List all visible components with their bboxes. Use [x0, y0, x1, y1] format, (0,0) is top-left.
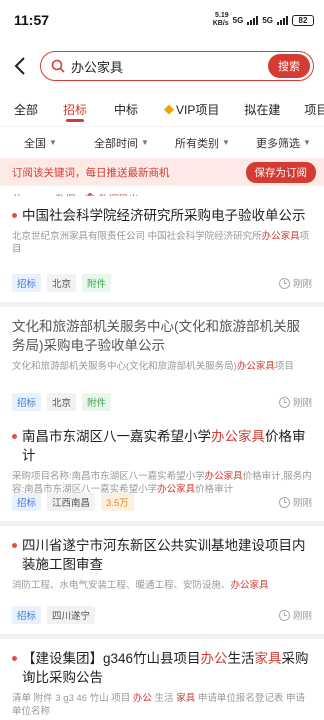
clock-icon	[278, 496, 290, 508]
card-footer: 招标 江西南昌 3.5万 刚刚	[12, 493, 312, 511]
card-title: 【建设集团】g346竹山县项目办公生活家具采购询比采购公告	[12, 649, 312, 687]
subscribe-text: 订阅该关键词，每日推送最新商机	[12, 166, 170, 179]
network-type-1: 5G	[232, 15, 244, 25]
diamond-icon: ◆	[164, 101, 175, 116]
region-tag: 北京	[47, 393, 77, 411]
card-title: 中国社会科学院经济研究所采购电子验收单公示	[12, 206, 312, 225]
card-description: 文化和旅游部机关服务中心(文化和旅游部机关服务局)办公家具项目	[12, 361, 294, 372]
card-time: 刚刚	[278, 608, 312, 622]
signal-icon	[247, 15, 259, 25]
caret-down-icon: ▼	[141, 138, 149, 147]
region-tag: 江西南昌	[47, 493, 96, 511]
tab-bidding[interactable]: 招标	[63, 92, 87, 126]
clock-icon	[278, 609, 290, 621]
attachment-tag: 附件	[82, 393, 112, 411]
card-time: 刚刚	[278, 276, 312, 290]
budget-tag: 3.5万	[101, 493, 134, 511]
region-tag: 四川遂宁	[47, 606, 96, 624]
result-card[interactable]: 四川省遂宁市河东新区公共实训基地建设项目内装施工图审查 消防工程、水电气安装工程…	[0, 526, 324, 634]
network-speed: 5.19 KB/s	[212, 12, 229, 27]
status-bar: 11:57 5.19 KB/s 5G 5G 82	[0, 0, 324, 40]
type-tag: 招标	[12, 393, 42, 411]
unread-dot	[12, 656, 17, 661]
card-time: 刚刚	[278, 395, 312, 409]
result-card[interactable]: 文化和旅游部机关服务中心(文化和旅游部机关服务局)采购电子验收单公示 文化和旅游…	[0, 307, 324, 421]
card-description: 清单 附件 3 g3 46 竹山 项目 办公 生活 家具 申请单位报名登记表 申…	[12, 693, 305, 717]
result-card[interactable]: 中国社会科学院经济研究所采购电子验收单公示 北京世纪京洲家具有限责任公司 中国社…	[0, 196, 324, 302]
search-header: 办公家具 搜索	[0, 40, 324, 92]
filter-region[interactable]: 全国 ▼	[0, 135, 81, 151]
region-tag: 北京	[47, 274, 77, 292]
status-indicators: 5.19 KB/s 5G 5G 82	[213, 12, 314, 28]
filter-bar: 全国 ▼ 全部时间 ▼ 所有类别 ▼ 更多筛选 ▼	[0, 126, 324, 158]
result-card[interactable]: 【建设集团】g346竹山县项目办公生活家具采购询比采购公告 清单 附件 3 g3…	[0, 639, 324, 720]
chevron-left-icon	[14, 57, 25, 75]
search-input[interactable]: 办公家具 搜索	[40, 51, 314, 81]
card-footer: 招标 北京 附件 刚刚	[12, 393, 312, 411]
status-time: 11:57	[14, 12, 50, 28]
network-type-2: 5G	[262, 15, 273, 25]
tab-awarded[interactable]: 中标	[114, 92, 138, 126]
card-footer: 招标 北京 附件 刚刚	[12, 274, 312, 292]
unread-dot	[12, 213, 17, 218]
tab-all[interactable]: 全部	[14, 92, 38, 126]
search-icon	[51, 59, 65, 73]
battery-icon: 82	[292, 14, 314, 26]
signal-icon-2	[277, 15, 288, 25]
unread-dot	[12, 543, 17, 548]
card-footer: 招标 四川遂宁 刚刚	[12, 606, 312, 624]
category-tabs: 全部 招标 中标 ◆ VIP项目 拟在建 项目	[0, 92, 324, 126]
caret-down-icon: ▼	[222, 138, 230, 147]
unread-dot	[12, 434, 17, 439]
card-description: 北京世纪京洲家具有限责任公司 中国社会科学院经济研究所办公家具项目	[12, 231, 310, 255]
subscribe-banner: 订阅该关键词，每日推送最新商机 保存为订阅	[0, 158, 324, 186]
clock-icon	[278, 277, 290, 289]
result-card[interactable]: 南昌市东湖区八一嘉实希望小学办公家具价格审计 采购项目名称:南昌市东湖区八一嘉实…	[0, 417, 324, 521]
type-tag: 招标	[12, 493, 42, 511]
type-tag: 招标	[12, 274, 42, 292]
filter-time[interactable]: 全部时间 ▼	[81, 135, 162, 151]
search-query: 办公家具	[71, 59, 124, 75]
tab-planned[interactable]: 拟在建	[244, 92, 280, 126]
card-title: 南昌市东湖区八一嘉实希望小学办公家具价格审计	[12, 427, 312, 465]
back-button[interactable]	[8, 51, 32, 81]
caret-down-icon: ▼	[303, 138, 311, 147]
clock-icon	[278, 396, 290, 408]
tab-projects[interactable]: 项目	[304, 92, 324, 126]
filter-category[interactable]: 所有类别 ▼	[162, 135, 243, 151]
attachment-tag: 附件	[82, 274, 112, 292]
search-button[interactable]: 搜索	[268, 54, 310, 78]
tab-vip[interactable]: ◆ VIP项目	[164, 92, 219, 126]
type-tag: 招标	[12, 606, 42, 624]
caret-down-icon: ▼	[49, 138, 57, 147]
card-title: 四川省遂宁市河东新区公共实训基地建设项目内装施工图审查	[12, 536, 312, 574]
card-time: 刚刚	[278, 495, 312, 509]
filter-more[interactable]: 更多筛选 ▼	[243, 135, 324, 151]
card-title: 文化和旅游部机关服务中心(文化和旅游部机关服务局)采购电子验收单公示	[12, 319, 300, 353]
card-description: 消防工程、水电气安装工程、暖通工程、安防设施、办公家具	[12, 580, 269, 591]
save-subscription-button[interactable]: 保存为订阅	[245, 161, 316, 183]
